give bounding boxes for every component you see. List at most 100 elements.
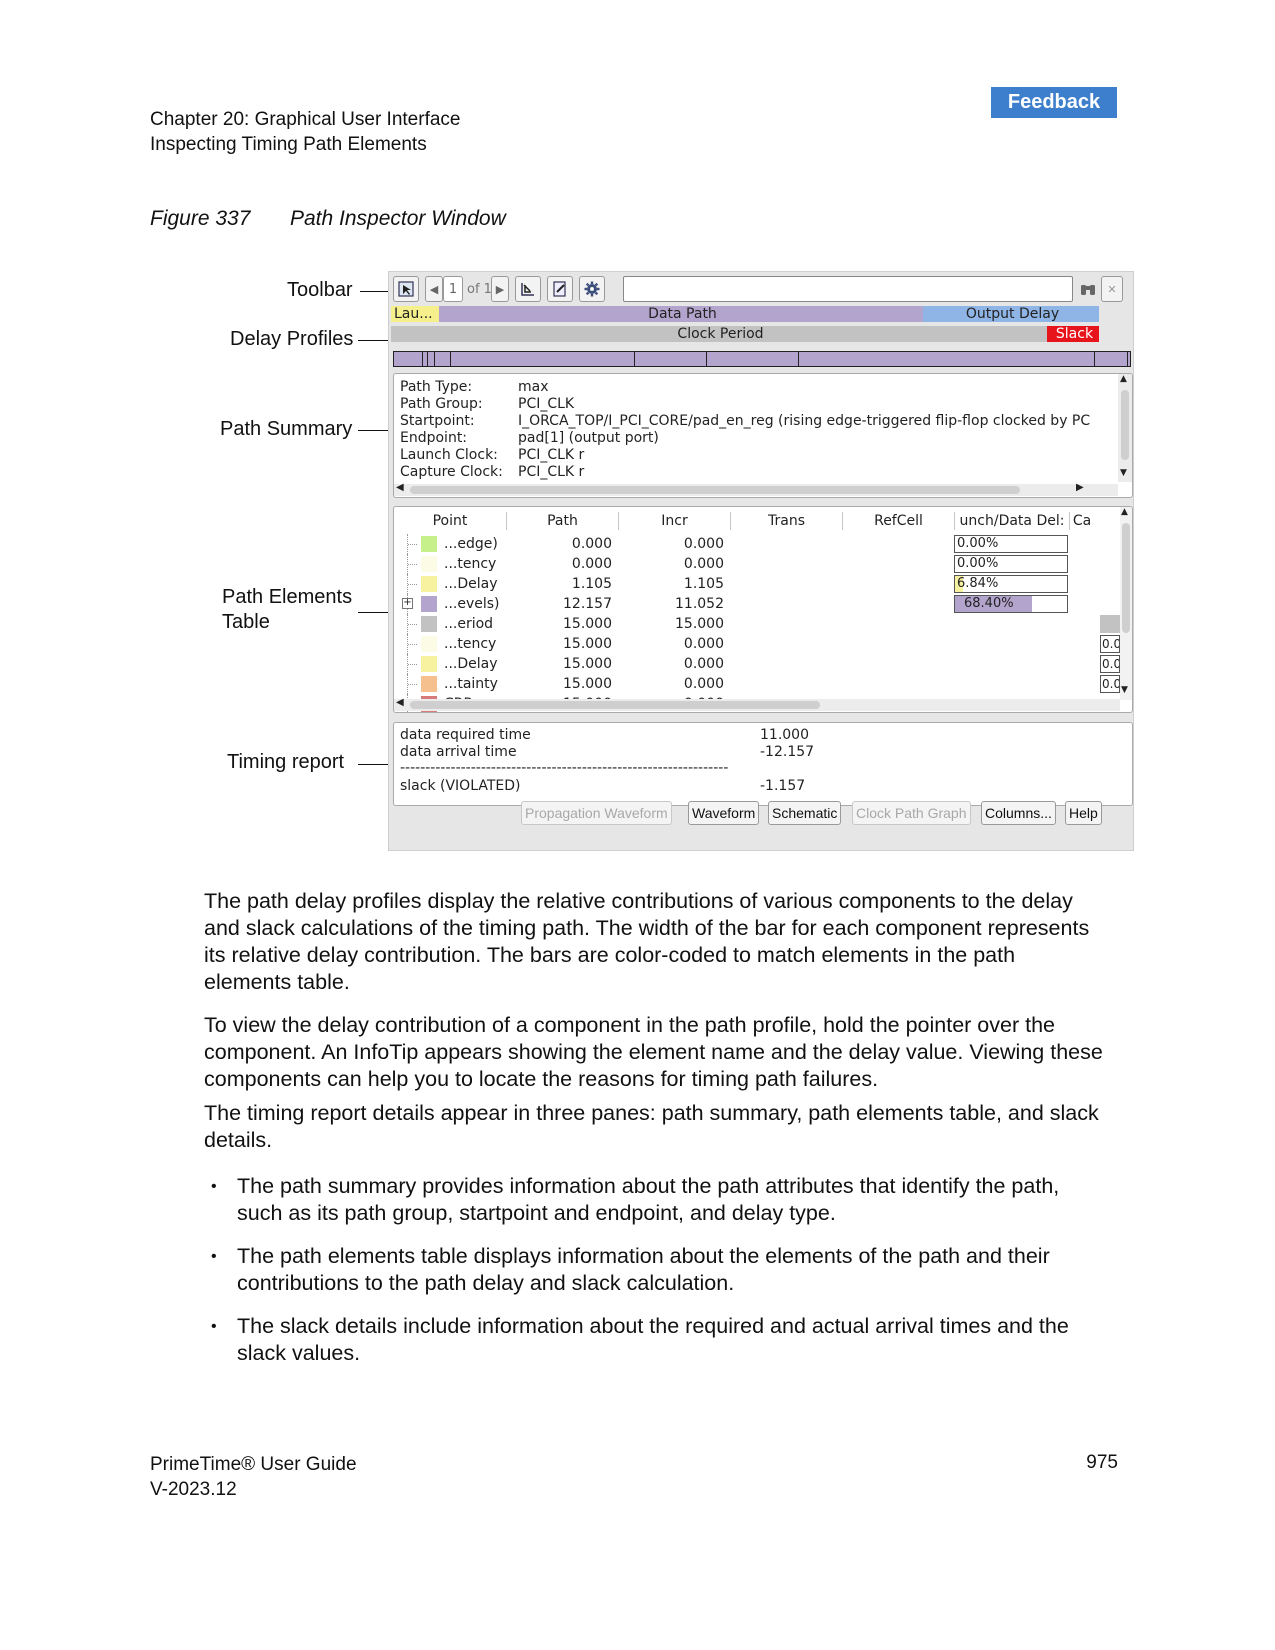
- table-row[interactable]: ...Delay 1.105 1.105 6.84%: [394, 574, 1124, 594]
- help-button[interactable]: Help: [1065, 801, 1102, 825]
- schematic-button[interactable]: Schematic: [768, 801, 842, 825]
- clock-path-graph-button[interactable]: Clock Path Graph: [852, 801, 971, 825]
- callout-path-summary: Path Summary: [220, 418, 353, 440]
- next-page-button[interactable]: ▶: [491, 276, 509, 302]
- scroll-thumb[interactable]: [1121, 390, 1129, 460]
- cell-path: 0.000: [571, 556, 612, 572]
- summary-value: max: [518, 379, 549, 395]
- scroll-right-icon[interactable]: ▶: [1076, 482, 1084, 493]
- profile-output-delay-segment[interactable]: Output Delay: [923, 306, 1099, 322]
- profile-divider: [706, 352, 707, 366]
- highlight-path-button[interactable]: [515, 276, 541, 302]
- settings-button[interactable]: [579, 276, 605, 302]
- column-header-point[interactable]: Point: [394, 512, 507, 530]
- scroll-down-icon[interactable]: ▼: [1120, 468, 1127, 478]
- tree-line: [408, 644, 417, 645]
- report-value: 11.000: [760, 727, 809, 743]
- report-value: -1.157: [760, 778, 806, 794]
- column-header-delay-pct[interactable]: unch/Data Del:: [955, 512, 1070, 530]
- delay-pct-bar: 0.00%: [954, 555, 1068, 573]
- summary-horizontal-scrollbar[interactable]: ◀ ▶: [394, 482, 1118, 496]
- annotate-path-button[interactable]: [547, 276, 573, 302]
- propagation-waveform-button[interactable]: Propagation Waveform: [521, 801, 672, 825]
- profile-clock-period-segment[interactable]: Clock Period: [391, 326, 1047, 342]
- summary-key: Path Type:: [400, 379, 473, 395]
- scroll-up-icon[interactable]: ▲: [1120, 374, 1127, 384]
- column-header-refcell[interactable]: RefCell: [843, 512, 955, 530]
- tree-line: [408, 664, 417, 665]
- column-header-ca[interactable]: Ca: [1070, 512, 1094, 530]
- table-horizontal-scrollbar[interactable]: ◀: [394, 697, 1120, 711]
- columns-button[interactable]: Columns...: [981, 801, 1056, 825]
- scroll-thumb[interactable]: [1122, 523, 1130, 633]
- cell-path: 15.000: [563, 656, 612, 672]
- row-color-swatch: [421, 676, 437, 692]
- delay-profile-bar: Lau... Data Path Output Delay: [391, 306, 1131, 322]
- callout-toolbar: Toolbar: [287, 279, 353, 301]
- callout-leader: [358, 340, 388, 341]
- callout-leader: [358, 764, 388, 765]
- callout-delay-profiles: Delay Profiles: [230, 328, 354, 350]
- cell-incr: 1.105: [683, 576, 724, 592]
- summary-value: pad[1] (output port): [518, 430, 659, 446]
- binoculars-icon: [1081, 285, 1095, 295]
- table-vertical-scrollbar[interactable]: ▲ ▼: [1120, 507, 1132, 700]
- list-item-text: The path elements table displays informa…: [237, 1244, 1050, 1295]
- row-color-swatch: [421, 536, 437, 552]
- find-button[interactable]: [1077, 276, 1099, 302]
- select-path-button[interactable]: [393, 276, 419, 302]
- scroll-up-icon[interactable]: ▲: [1121, 507, 1128, 517]
- scroll-left-icon[interactable]: ◀: [396, 482, 404, 493]
- table-row[interactable]: ...tency 15.000 0.000 0.0: [394, 634, 1124, 654]
- table-row[interactable]: ...tainty 15.000 0.000 0.0: [394, 674, 1124, 694]
- profile-slack-segment[interactable]: Slack: [1047, 326, 1099, 342]
- table-row[interactable]: ...Delay 15.000 0.000 0.0: [394, 654, 1124, 674]
- clock-profile-bar: Clock Period Slack: [391, 326, 1131, 342]
- prev-page-button[interactable]: ◀: [425, 276, 443, 302]
- summary-value: I_ORCA_TOP/I_PCI_CORE/pad_en_reg (rising…: [518, 413, 1091, 429]
- cell-point: ...eriod: [444, 616, 494, 632]
- table-row[interactable]: ...eriod 15.000 15.000: [394, 614, 1124, 634]
- scroll-thumb[interactable]: [410, 486, 1020, 494]
- row-color-swatch: [421, 596, 437, 612]
- gear-icon: [584, 281, 600, 297]
- cell-incr: 0.000: [683, 556, 724, 572]
- feedback-button[interactable]: Feedback: [991, 87, 1117, 118]
- summary-vertical-scrollbar[interactable]: ▲ ▼: [1118, 374, 1132, 482]
- delay-pct-label: 6.84%: [957, 576, 999, 591]
- page-header: Chapter 20: Graphical User Interface Ins…: [150, 107, 461, 157]
- delay-pct-label: 0.00%: [957, 556, 999, 571]
- delay-pct-bar: 6.84%: [954, 575, 1068, 593]
- column-header-path[interactable]: Path: [507, 512, 619, 530]
- profile-divider: [434, 352, 435, 366]
- column-header-trans[interactable]: Trans: [731, 512, 843, 530]
- table-row[interactable]: ...edge) 0.000 0.000 0.00%: [394, 534, 1124, 554]
- table-row[interactable]: + ...evels) 12.157 11.052 68.40%: [394, 594, 1124, 614]
- profile-launch-segment[interactable]: Lau...: [391, 306, 439, 322]
- element-profile-bar[interactable]: [393, 351, 1131, 367]
- bullet-icon: •: [211, 1178, 217, 1195]
- close-icon: ✕: [1107, 282, 1117, 296]
- waveform-button[interactable]: Waveform: [688, 801, 760, 825]
- page-input[interactable]: 1: [443, 276, 463, 302]
- profile-data-path-segment[interactable]: Data Path: [439, 306, 923, 322]
- report-separator: ----------------------------------------…: [400, 760, 729, 776]
- row-color-swatch: [421, 556, 437, 572]
- scroll-thumb[interactable]: [410, 701, 820, 709]
- row-color-swatch: [421, 636, 437, 652]
- search-input[interactable]: [623, 276, 1073, 302]
- scroll-left-icon[interactable]: ◀: [396, 697, 404, 708]
- bullet-icon: •: [211, 1318, 217, 1335]
- summary-value: PCI_CLK r: [518, 464, 585, 480]
- profile-divider: [634, 352, 635, 366]
- path-elements-table: Point Path Incr Trans RefCell unch/Data …: [393, 506, 1133, 713]
- clear-search-button[interactable]: ✕: [1101, 276, 1123, 302]
- profile-divider: [798, 352, 799, 366]
- table-row[interactable]: ...tency 0.000 0.000 0.00%: [394, 554, 1124, 574]
- column-header-incr[interactable]: Incr: [619, 512, 731, 530]
- expand-icon[interactable]: +: [402, 598, 413, 609]
- scroll-down-icon[interactable]: ▼: [1121, 685, 1128, 695]
- cell-point: ...tency: [444, 636, 497, 652]
- guide-title: PrimeTime® User Guide: [150, 1454, 357, 1475]
- report-slack-row: slack (VIOLATED) -1.157: [400, 778, 805, 795]
